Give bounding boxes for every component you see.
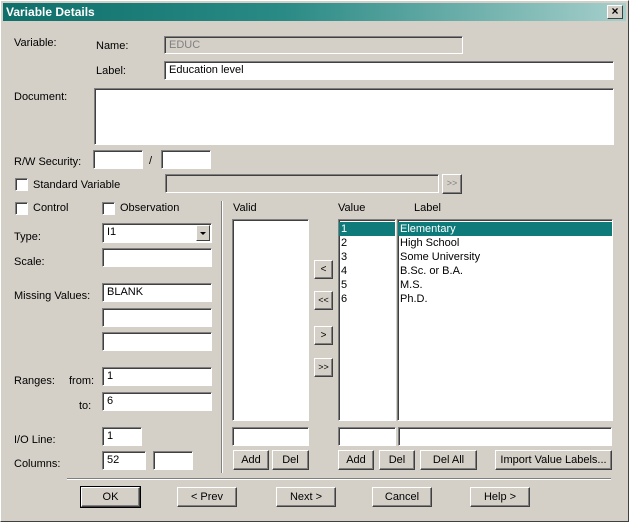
security-separator: / [149,155,153,167]
variable-details-dialog: Variable Details × Variable: Name: EDUC … [0,0,629,522]
control-label: Control [33,202,69,214]
security-label: R/W Security: [14,156,82,168]
name-field: EDUC [164,36,463,54]
label-row[interactable]: Elementary [398,222,612,236]
value-input[interactable] [338,427,396,446]
label-row[interactable]: Ph.D. [398,292,612,306]
standard-variable-checkbox[interactable] [15,178,28,191]
ranges-label: Ranges: [14,375,55,387]
help-button[interactable]: Help > [470,487,530,507]
label-label: Label: [96,65,126,77]
name-label: Name: [96,40,129,52]
missing-values-label: Missing Values: [14,290,91,302]
columns-end-field[interactable] [153,451,193,470]
valid-add-button[interactable]: Add [233,450,269,470]
missing-value-field-1[interactable]: BLANK [102,283,212,302]
footer-divider [67,478,611,480]
label-row[interactable]: B.Sc. or B.A. [398,264,612,278]
missing-value-field-2[interactable] [102,308,212,327]
prev-button[interactable]: < Prev [177,487,237,507]
value-add-button[interactable]: Add [338,450,374,470]
standard-variable-field [165,174,439,193]
ok-button[interactable]: OK [80,486,141,508]
valid-input[interactable] [232,427,309,446]
standard-variable-label: Standard Variable [33,179,121,191]
type-value: I1 [107,226,117,238]
observation-label: Observation [120,202,180,214]
valid-listbox[interactable] [232,219,309,421]
value-del-all-button[interactable]: Del All [420,450,477,470]
label-row[interactable]: M.S. [398,278,612,292]
label-row[interactable]: Some University [398,250,612,264]
document-label: Document: [14,91,68,103]
chevron-down-icon[interactable] [196,225,210,241]
label-field[interactable]: Education level [164,61,614,80]
range-to-label: to: [79,400,92,412]
valid-header: Valid [233,202,257,214]
standard-variable-browse-button: >> [442,174,462,194]
value-row[interactable]: 3 [339,250,395,264]
move-right-button[interactable]: > [314,326,333,345]
label-input[interactable] [398,427,612,446]
label-listbox[interactable]: Elementary High School Some University B… [397,219,613,421]
scale-field[interactable] [102,248,212,267]
window-title: Variable Details [6,5,95,19]
title-bar: Variable Details × [3,3,626,21]
value-header: Value [338,202,366,214]
columns-start-field[interactable]: 52 [102,451,146,470]
read-security-field[interactable] [93,150,143,169]
columns-label: Columns: [14,458,61,470]
import-value-labels-button[interactable]: Import Value Labels... [495,450,612,470]
io-line-label: I/O Line: [14,434,56,446]
vertical-divider [221,201,223,473]
move-all-right-button[interactable]: >> [314,358,333,377]
cancel-button[interactable]: Cancel [372,487,432,507]
variable-section-label: Variable: [14,37,57,49]
range-to-field[interactable]: 6 [102,392,212,411]
value-row[interactable]: 6 [339,292,395,306]
scale-label: Scale: [14,256,45,268]
close-button[interactable]: × [607,5,623,19]
value-row[interactable]: 2 [339,236,395,250]
close-icon: × [611,4,619,18]
value-del-button[interactable]: Del [379,450,415,470]
observation-checkbox[interactable] [102,202,115,215]
missing-value-field-3[interactable] [102,332,212,351]
move-all-left-button[interactable]: << [314,291,333,310]
value-listbox[interactable]: 1 2 3 4 5 6 [338,219,396,421]
next-button[interactable]: Next > [276,487,336,507]
range-from-field[interactable]: 1 [102,367,212,386]
control-checkbox[interactable] [15,202,28,215]
label-row[interactable]: High School [398,236,612,250]
value-row[interactable]: 5 [339,278,395,292]
value-row[interactable]: 4 [339,264,395,278]
type-dropdown[interactable]: I1 [102,223,212,243]
type-label: Type: [14,231,41,243]
io-line-field[interactable]: 1 [102,427,142,446]
move-left-button[interactable]: < [314,260,333,279]
document-textarea[interactable] [94,88,614,145]
value-row[interactable]: 1 [339,222,395,236]
valid-del-button[interactable]: Del [272,450,309,470]
write-security-field[interactable] [161,150,211,169]
range-from-label: from: [69,375,95,387]
label-header: Label [414,202,441,214]
